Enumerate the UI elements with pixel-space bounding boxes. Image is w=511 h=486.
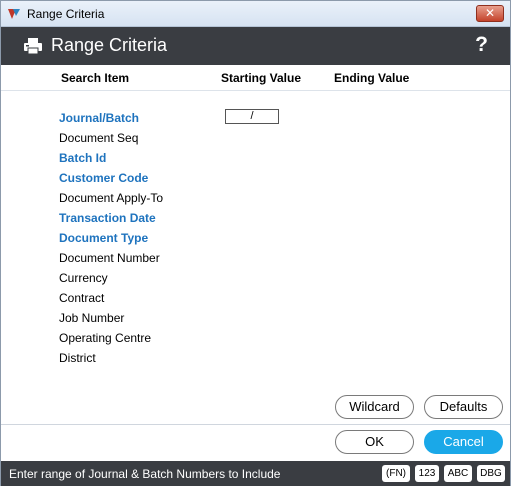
search-item-label[interactable]: Currency	[59, 271, 108, 285]
search-item-label[interactable]: District	[59, 351, 96, 365]
printer-icon	[24, 38, 42, 55]
search-item-label[interactable]: Customer Code	[59, 171, 148, 185]
cancel-button[interactable]: Cancel	[424, 430, 503, 454]
window-title: Range Criteria	[27, 7, 105, 21]
range-criteria-window: Range Criteria ✕ Range Criteria ? Search…	[0, 0, 511, 486]
close-icon: ✕	[484, 6, 496, 20]
dialog-header: Range Criteria ?	[1, 27, 510, 65]
column-header-search-item: Search Item	[61, 71, 130, 85]
column-divider	[1, 90, 510, 91]
ok-button[interactable]: OK	[335, 430, 414, 454]
search-item-label[interactable]: Operating Centre	[59, 331, 151, 345]
defaults-button[interactable]: Defaults	[424, 395, 503, 419]
debug-badge[interactable]: DBG	[477, 465, 505, 482]
search-item-label[interactable]: Document Seq	[59, 131, 138, 145]
search-item-label[interactable]: Document Number	[59, 251, 160, 265]
column-header-starting-value: Starting Value	[221, 71, 302, 85]
search-item-label[interactable]: Document Apply-To	[59, 191, 163, 205]
title-bar[interactable]: Range Criteria ✕	[1, 1, 510, 27]
alpha-mode-badge[interactable]: ABC	[444, 465, 472, 482]
close-button[interactable]: ✕	[476, 5, 504, 22]
column-header-ending-value: Ending Value	[334, 71, 410, 85]
help-icon[interactable]: ?	[475, 33, 488, 57]
search-item-label[interactable]: Job Number	[59, 311, 124, 325]
status-bar: Enter range of Journal & Batch Numbers t…	[1, 461, 510, 486]
button-separator	[1, 424, 510, 425]
app-logo-icon	[8, 9, 20, 19]
search-item-label[interactable]: Journal/Batch	[59, 111, 139, 125]
search-item-label[interactable]: Batch Id	[59, 151, 106, 165]
search-item-label[interactable]: Transaction Date	[59, 211, 156, 225]
page-title: Range Criteria	[51, 35, 168, 55]
search-item-label[interactable]: Contract	[59, 291, 104, 305]
journal-batch-start-input[interactable]: /	[225, 109, 279, 124]
status-message: Enter range of Journal & Batch Numbers t…	[9, 467, 281, 481]
search-item-label[interactable]: Document Type	[59, 231, 148, 245]
fn-badge[interactable]: (FN)	[382, 465, 410, 482]
wildcard-button[interactable]: Wildcard	[335, 395, 414, 419]
numeric-mode-badge[interactable]: 123	[415, 465, 439, 482]
